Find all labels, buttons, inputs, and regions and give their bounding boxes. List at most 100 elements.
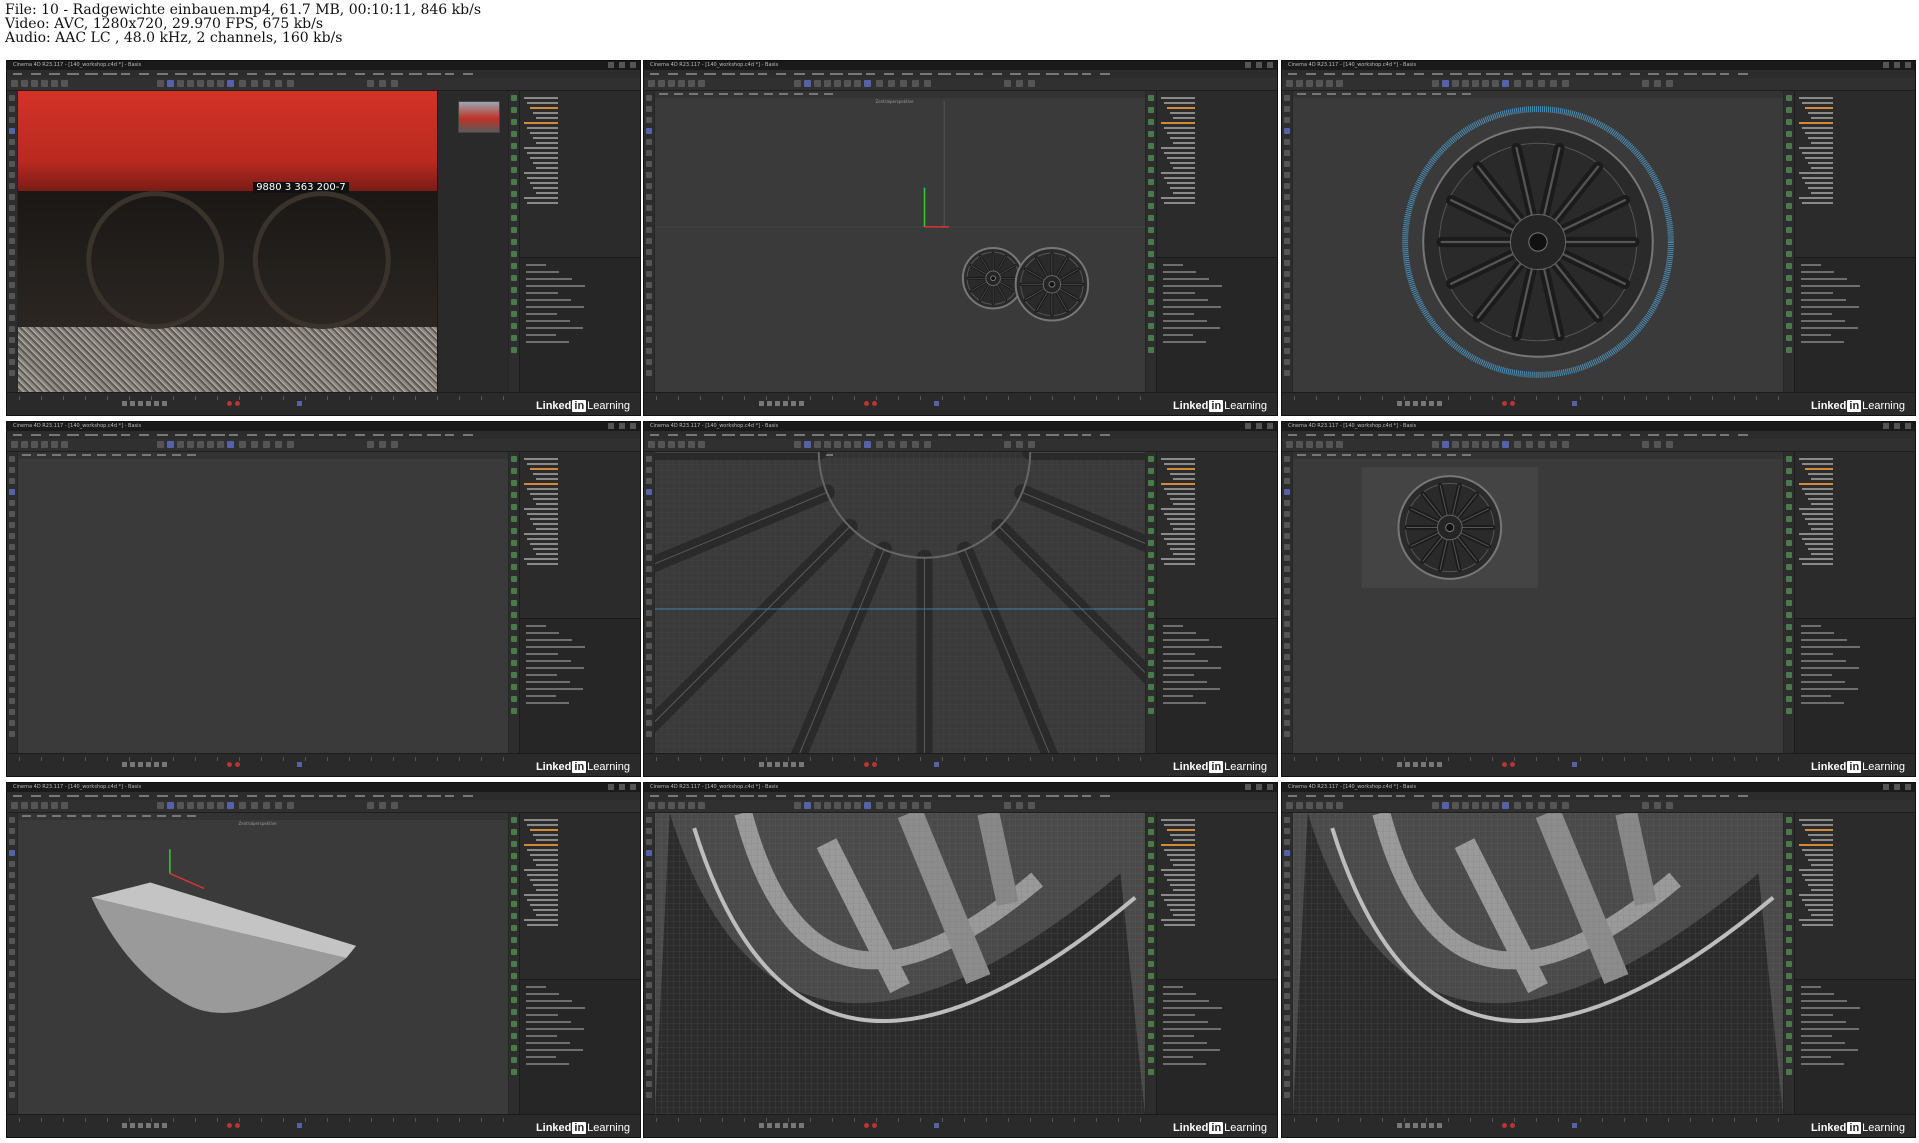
menu-item[interactable]: [265, 434, 276, 436]
attribute-row[interactable]: [526, 625, 546, 628]
object-row[interactable]: [1161, 919, 1195, 921]
attribute-row[interactable]: [1163, 299, 1208, 302]
playback-button[interactable]: [122, 1123, 127, 1128]
object-row[interactable]: [1808, 473, 1833, 475]
object-row[interactable]: [1811, 167, 1833, 169]
menu-item[interactable]: [1612, 795, 1621, 797]
tool-icon[interactable]: [9, 227, 15, 233]
object-row[interactable]: [1170, 909, 1195, 911]
playback-button[interactable]: [162, 762, 167, 767]
menu-item[interactable]: [794, 434, 805, 436]
tool-icon[interactable]: [1284, 260, 1290, 266]
mode-icon[interactable]: [1148, 179, 1154, 185]
tool-icon[interactable]: [646, 566, 652, 572]
mode-icon[interactable]: [511, 456, 517, 462]
toolbar-button[interactable]: [658, 441, 665, 448]
object-row[interactable]: [1805, 829, 1833, 831]
mode-icon[interactable]: [511, 576, 517, 582]
menu-item[interactable]: [704, 434, 716, 436]
attribute-row[interactable]: [526, 646, 585, 649]
attribute-row[interactable]: [526, 292, 558, 295]
attribute-row[interactable]: [1801, 271, 1834, 274]
object-row[interactable]: [527, 513, 558, 515]
object-row[interactable]: [1808, 884, 1833, 886]
toolbar-button[interactable]: [1492, 80, 1499, 87]
playback-button[interactable]: [791, 401, 796, 406]
menu-item[interactable]: [1064, 434, 1078, 436]
tool-icon[interactable]: [9, 359, 15, 365]
reference-thumbnail[interactable]: [458, 101, 500, 133]
object-row[interactable]: [1164, 874, 1195, 876]
object-row[interactable]: [533, 523, 558, 525]
object-row[interactable]: [1161, 869, 1195, 871]
object-row[interactable]: [536, 864, 558, 866]
menu-item[interactable]: [1720, 795, 1729, 797]
tool-icon[interactable]: [1284, 1081, 1290, 1087]
menu-item[interactable]: [49, 795, 60, 797]
toolbar-button[interactable]: [287, 802, 294, 809]
object-row[interactable]: [530, 107, 558, 109]
object-row[interactable]: [1161, 172, 1195, 174]
menu-item[interactable]: [319, 73, 333, 75]
attribute-row[interactable]: [1163, 632, 1196, 635]
mode-icon[interactable]: [511, 227, 517, 233]
tool-icon[interactable]: [1284, 960, 1290, 966]
attribute-row[interactable]: [526, 278, 572, 281]
toolbar-button[interactable]: [1502, 441, 1509, 448]
viewport-menu-item[interactable]: [37, 454, 46, 456]
toolbar-button[interactable]: [167, 802, 174, 809]
mode-icon[interactable]: [511, 203, 517, 209]
mode-icon[interactable]: [1786, 901, 1792, 907]
playback-button[interactable]: [130, 762, 135, 767]
object-row[interactable]: [1811, 142, 1833, 144]
menu-item[interactable]: [229, 795, 238, 797]
mode-icon[interactable]: [1786, 985, 1792, 991]
tool-icon[interactable]: [1284, 1026, 1290, 1032]
attribute-row[interactable]: [1801, 1035, 1832, 1038]
playback-button[interactable]: [1437, 1123, 1442, 1128]
timeline-ruler[interactable]: [19, 1118, 505, 1122]
playback-button[interactable]: [162, 1123, 167, 1128]
toolbar-button[interactable]: [900, 80, 907, 87]
object-row[interactable]: [1164, 488, 1195, 490]
object-row[interactable]: [1808, 498, 1833, 500]
object-row[interactable]: [1164, 824, 1195, 826]
object-row[interactable]: [1799, 97, 1833, 99]
tool-icon[interactable]: [646, 139, 652, 145]
toolbar-button[interactable]: [197, 802, 204, 809]
tool-icon[interactable]: [1284, 293, 1290, 299]
toolbar-button[interactable]: [287, 441, 294, 448]
menu-item[interactable]: [1648, 73, 1659, 75]
toolbar-button[interactable]: [11, 80, 18, 87]
attribute-row[interactable]: [1163, 327, 1220, 330]
object-row[interactable]: [1802, 538, 1833, 540]
playback-button[interactable]: [1421, 1123, 1426, 1128]
attribute-row[interactable]: [526, 334, 556, 337]
playback-button[interactable]: [162, 401, 167, 406]
mode-icon[interactable]: [511, 708, 517, 714]
mode-icon[interactable]: [511, 552, 517, 558]
tool-icon[interactable]: [9, 456, 15, 462]
object-row[interactable]: [1802, 488, 1833, 490]
menu-item[interactable]: [13, 73, 22, 75]
toolbar-button[interactable]: [1538, 441, 1545, 448]
toolbar-button[interactable]: [1296, 441, 1303, 448]
tool-icon[interactable]: [9, 467, 15, 473]
mode-icon[interactable]: [511, 1057, 517, 1063]
mode-icon[interactable]: [1148, 335, 1154, 341]
menu-item[interactable]: [992, 73, 1002, 75]
menu-item[interactable]: [1666, 795, 1678, 797]
toolbar-button[interactable]: [167, 441, 174, 448]
tool-icon[interactable]: [1284, 172, 1290, 178]
toolbar-button[interactable]: [41, 441, 48, 448]
menu-item[interactable]: [67, 795, 79, 797]
tool-icon[interactable]: [646, 709, 652, 715]
toolbar-button[interactable]: [1562, 802, 1569, 809]
menu-item[interactable]: [427, 795, 441, 797]
tool-icon[interactable]: [9, 949, 15, 955]
tool-icon[interactable]: [9, 183, 15, 189]
record-button[interactable]: [1502, 401, 1507, 406]
menu-item[interactable]: [247, 434, 257, 436]
menu-item[interactable]: [1010, 434, 1021, 436]
tool-icon[interactable]: [9, 128, 15, 134]
